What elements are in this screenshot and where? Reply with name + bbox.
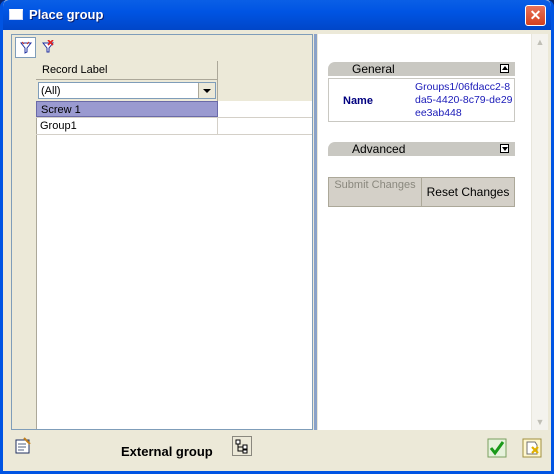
- place-group-window: Place group ✕ Record Label (All) Screw 1…: [0, 0, 554, 474]
- properties-button[interactable]: [13, 436, 33, 456]
- chevron-down-icon[interactable]: [198, 83, 215, 98]
- close-button[interactable]: ✕: [525, 5, 546, 26]
- filter-clear-icon: [42, 40, 54, 53]
- filter-row: (All): [36, 80, 218, 101]
- general-section-label: General: [352, 62, 395, 76]
- scroll-up-icon[interactable]: ▲: [532, 34, 548, 50]
- vertical-scrollbar[interactable]: ▲ ▼: [531, 34, 548, 430]
- general-section-header[interactable]: General: [328, 62, 515, 76]
- scroll-down-icon[interactable]: ▼: [532, 414, 548, 430]
- table-row[interactable]: Screw 1: [36, 101, 312, 118]
- cancel-icon: [522, 438, 542, 458]
- ok-button[interactable]: [487, 438, 507, 458]
- name-value[interactable]: Groups1/06fdacc2-8da5-4420-8c79-de29ee3a…: [415, 81, 513, 120]
- external-group-button[interactable]: [232, 436, 252, 456]
- collapse-icon[interactable]: [500, 64, 509, 73]
- changes-button-group: Submit Changes Reset Changes: [328, 177, 515, 207]
- properties-panel: General Name Groups1/06fdacc2-8da5-4420-…: [318, 34, 531, 430]
- close-icon: ✕: [529, 7, 542, 23]
- window-icon: [9, 9, 23, 20]
- checkmark-icon: [487, 438, 507, 458]
- advanced-section-header[interactable]: Advanced: [328, 142, 515, 156]
- advanced-section-label: Advanced: [352, 142, 406, 156]
- record-label-cell: Group1: [36, 118, 218, 134]
- filter-button[interactable]: [15, 37, 36, 58]
- properties-icon: [15, 437, 31, 454]
- name-label: Name: [343, 95, 373, 107]
- reset-changes-button[interactable]: Reset Changes: [422, 178, 514, 206]
- table-row[interactable]: Group1: [36, 118, 312, 135]
- name-property-row: Name Groups1/06fdacc2-8da5-4420-8c79-de2…: [328, 78, 515, 122]
- grid-toolbar: [12, 35, 312, 62]
- submit-changes-button[interactable]: Submit Changes: [329, 178, 422, 206]
- record-label-filter-dropdown[interactable]: (All): [38, 82, 216, 99]
- window-title: Place group: [29, 7, 104, 22]
- expand-icon[interactable]: [500, 144, 509, 153]
- column-header-label: Record Label: [42, 64, 108, 76]
- row-header-column: [12, 61, 37, 429]
- cancel-button[interactable]: [522, 438, 542, 458]
- clear-filter-button[interactable]: [38, 37, 59, 58]
- column-header-empty: [218, 61, 312, 101]
- panel-splitter[interactable]: [314, 34, 317, 430]
- group-list-panel: Record Label (All) Screw 1 Group1: [11, 34, 313, 430]
- external-group-label: External group: [121, 444, 213, 459]
- filter-value: (All): [41, 85, 61, 97]
- tree-icon: [235, 439, 248, 454]
- column-header-record-label[interactable]: Record Label: [36, 61, 218, 80]
- title-bar[interactable]: Place group ✕: [3, 0, 551, 30]
- filter-icon: [20, 41, 32, 54]
- record-label-cell: Screw 1: [36, 101, 218, 117]
